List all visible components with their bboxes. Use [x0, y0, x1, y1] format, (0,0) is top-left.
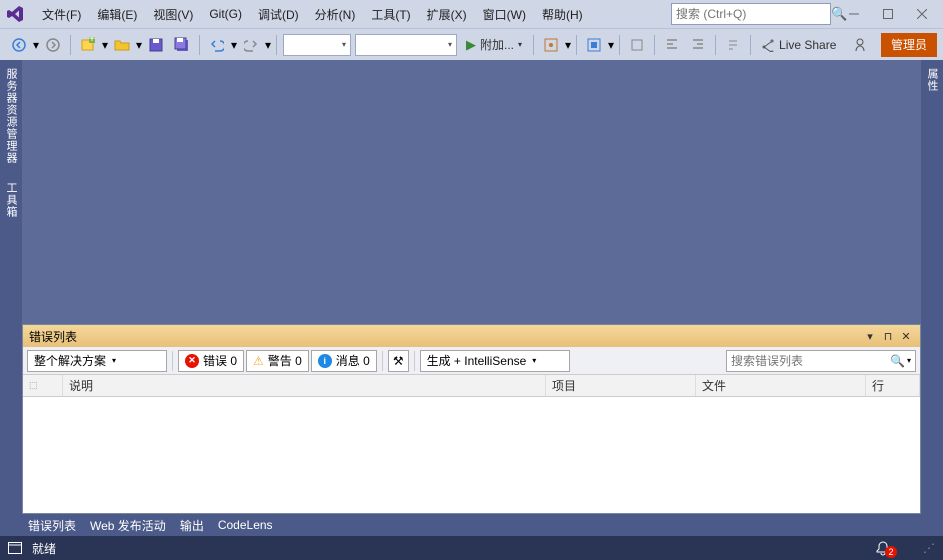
open-file-dropdown[interactable]: ▾ [135, 38, 143, 52]
start-debug-button[interactable]: ▶ 附加... ▾ [460, 33, 528, 57]
new-project-button[interactable]: + [76, 33, 100, 57]
info-icon: i [318, 354, 332, 368]
tool-btn-1[interactable] [539, 33, 563, 57]
undo-dropdown[interactable]: ▾ [230, 38, 238, 52]
tab-errorlist[interactable]: 错误列表 [28, 517, 76, 534]
main-toolbar: ▾ + ▾ ▾ ▾ ▾ ▾ ▾ ▶ 附加... ▾ ▾ ▾ Live Share… [0, 28, 943, 60]
notifications-button[interactable]: 2 [875, 540, 891, 556]
tab-toolbox[interactable]: 工具箱 [1, 178, 21, 222]
attach-label: 附加... [480, 36, 514, 53]
status-ready: 就绪 [32, 540, 56, 557]
col-file[interactable]: 文件 [696, 375, 866, 396]
solution-platform-combo[interactable]: ▾ [355, 34, 457, 56]
tab-output[interactable]: 输出 [180, 517, 204, 534]
grid-header: ⬚ 说明 项目 文件 行 [23, 375, 920, 397]
liveshare-label: Live Share [779, 38, 836, 52]
menu-view[interactable]: 视图(V) [145, 2, 201, 27]
solution-config-combo[interactable]: ▾ [283, 34, 351, 56]
statusbar: 就绪 2 ⋰ [0, 536, 943, 560]
svg-text:+: + [88, 37, 95, 45]
menu-analyze[interactable]: 分析(N) [307, 2, 364, 27]
panel-search-input[interactable]: 🔍 ▾ [726, 350, 916, 372]
panel-dropdown-icon[interactable]: ▾ [862, 328, 878, 344]
nav-forward-button[interactable] [41, 33, 65, 57]
close-button[interactable] [905, 0, 939, 28]
tool-btn-1-dropdown[interactable]: ▾ [564, 38, 572, 52]
liveshare-button[interactable]: Live Share [755, 38, 842, 52]
menubar: 文件(F) 编辑(E) 视图(V) Git(G) 调试(D) 分析(N) 工具(… [0, 0, 943, 28]
build-scope-combo[interactable]: 生成 + IntelliSense▾ [420, 350, 570, 372]
errors-toggle[interactable]: ✕ 错误 0 [178, 350, 244, 372]
save-all-button[interactable] [170, 33, 194, 57]
indent-right-button[interactable] [686, 33, 710, 57]
menu-extensions[interactable]: 扩展(X) [419, 2, 475, 27]
search-icon: 🔍 [890, 354, 905, 368]
save-button[interactable] [144, 33, 168, 57]
menu-tools[interactable]: 工具(T) [363, 2, 418, 27]
menu-file[interactable]: 文件(F) [34, 2, 89, 27]
col-line[interactable]: 行 [866, 375, 920, 396]
tool-btn-3[interactable] [625, 33, 649, 57]
redo-dropdown[interactable]: ▾ [264, 38, 272, 52]
maximize-button[interactable] [871, 0, 905, 28]
undo-button[interactable] [205, 33, 229, 57]
tool-btn-2[interactable] [582, 33, 606, 57]
vs-logo-icon [4, 3, 26, 25]
grid-body [23, 397, 920, 513]
menu-help[interactable]: 帮助(H) [534, 2, 591, 27]
tab-server-explorer[interactable]: 服务器资源管理器 [1, 64, 21, 168]
tab-webpublish[interactable]: Web 发布活动 [90, 517, 166, 534]
share-icon [761, 38, 775, 52]
menu-edit[interactable]: 编辑(E) [89, 2, 145, 27]
tool-btn-2-dropdown[interactable]: ▾ [607, 38, 615, 52]
clear-filter-button[interactable]: ⚒ [388, 350, 409, 372]
filter-icon: ⚒ [393, 354, 404, 368]
menu-debug[interactable]: 调试(D) [250, 2, 307, 27]
main-area: 服务器资源管理器 工具箱 错误列表 ▾ ⊓ ✕ 整个解决方案▾ ✕ 错误 0 [0, 60, 943, 536]
bottom-tabstrip: 错误列表 Web 发布活动 输出 CodeLens [22, 514, 921, 536]
right-sidebar: 属性 [921, 60, 943, 536]
messages-toggle[interactable]: i 消息 0 [311, 350, 377, 372]
scope-combo[interactable]: 整个解决方案▾ [27, 350, 167, 372]
notification-badge: 2 [885, 546, 897, 558]
warnings-toggle[interactable]: ⚠ 警告 0 [246, 350, 309, 372]
left-sidebar: 服务器资源管理器 工具箱 [0, 60, 22, 536]
feedback-button[interactable] [850, 33, 874, 57]
menu-window[interactable]: 窗口(W) [475, 2, 534, 27]
panel-titlebar[interactable]: 错误列表 ▾ ⊓ ✕ [23, 325, 920, 347]
global-search-input[interactable]: 🔍 [671, 3, 831, 25]
new-project-dropdown[interactable]: ▾ [101, 38, 109, 52]
editor-workspace [22, 60, 921, 324]
admin-button[interactable]: 管理员 [881, 33, 937, 57]
redo-button[interactable] [239, 33, 263, 57]
window-icon [8, 542, 22, 554]
resize-grip-icon: ⋰ [923, 541, 935, 555]
col-description[interactable]: 说明 [63, 375, 546, 396]
panel-toolbar: 整个解决方案▾ ✕ 错误 0 ⚠ 警告 0 i 消息 0 ⚒ [23, 347, 920, 375]
search-field[interactable] [676, 7, 831, 21]
indent-left-button[interactable] [660, 33, 684, 57]
panel-close-icon[interactable]: ✕ [898, 328, 914, 344]
minimize-button[interactable] [837, 0, 871, 28]
tab-codelens[interactable]: CodeLens [218, 518, 273, 532]
errorlist-panel: 错误列表 ▾ ⊓ ✕ 整个解决方案▾ ✕ 错误 0 ⚠ 警告 0 [22, 324, 921, 514]
comment-button[interactable] [721, 33, 745, 57]
col-project[interactable]: 项目 [546, 375, 696, 396]
col-code[interactable]: ⬚ [23, 375, 63, 396]
warning-icon: ⚠ [253, 354, 264, 368]
menu-git[interactable]: Git(G) [201, 3, 250, 25]
panel-title-text: 错误列表 [29, 328, 860, 345]
nav-back-button[interactable] [7, 33, 31, 57]
tab-properties[interactable]: 属性 [922, 64, 942, 96]
play-icon: ▶ [466, 37, 476, 53]
nav-back-dropdown[interactable]: ▾ [32, 38, 40, 52]
error-icon: ✕ [185, 354, 199, 368]
panel-pin-icon[interactable]: ⊓ [880, 328, 896, 344]
open-file-button[interactable] [110, 33, 134, 57]
